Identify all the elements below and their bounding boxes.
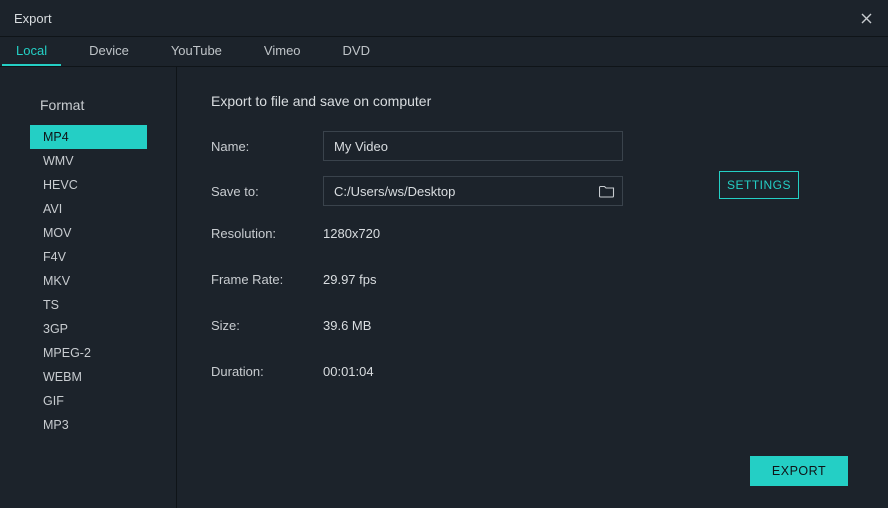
frame-rate-label: Frame Rate: xyxy=(211,272,323,287)
format-item-f4v[interactable]: F4V xyxy=(30,245,147,269)
resolution-value: 1280x720 xyxy=(323,226,380,241)
tab-bar: Local Device YouTube Vimeo DVD xyxy=(0,37,888,67)
folder-icon[interactable] xyxy=(598,182,616,200)
format-item-mov[interactable]: MOV xyxy=(30,221,147,245)
save-to-field[interactable]: C:/Users/ws/Desktop xyxy=(323,176,623,206)
save-to-label: Save to: xyxy=(211,184,323,199)
format-item-mp3[interactable]: MP3 xyxy=(30,413,147,437)
window-title: Export xyxy=(14,11,52,26)
tab-local[interactable]: Local xyxy=(2,37,61,66)
sidebar: Format MP4 WMV HEVC AVI MOV F4V MKV TS 3… xyxy=(0,67,177,508)
tab-dvd[interactable]: DVD xyxy=(329,37,384,66)
close-icon[interactable] xyxy=(856,8,876,28)
format-item-ts[interactable]: TS xyxy=(30,293,147,317)
format-item-mp4[interactable]: MP4 xyxy=(30,125,147,149)
sidebar-header: Format xyxy=(0,91,176,125)
format-item-3gp[interactable]: 3GP xyxy=(30,317,147,341)
tab-device[interactable]: Device xyxy=(75,37,143,66)
save-to-value: C:/Users/ws/Desktop xyxy=(334,184,598,199)
tab-youtube[interactable]: YouTube xyxy=(157,37,236,66)
format-item-hevc[interactable]: HEVC xyxy=(30,173,147,197)
format-item-webm[interactable]: WEBM xyxy=(30,365,147,389)
name-label: Name: xyxy=(211,139,323,154)
export-button[interactable]: EXPORT xyxy=(750,456,848,486)
size-label: Size: xyxy=(211,318,323,333)
resolution-label: Resolution: xyxy=(211,226,323,241)
format-item-mpeg2[interactable]: MPEG-2 xyxy=(30,341,147,365)
main-panel: Export to file and save on computer Name… xyxy=(177,67,888,508)
format-item-avi[interactable]: AVI xyxy=(30,197,147,221)
format-item-mkv[interactable]: MKV xyxy=(30,269,147,293)
format-list: MP4 WMV HEVC AVI MOV F4V MKV TS 3GP MPEG… xyxy=(0,125,176,437)
settings-button[interactable]: SETTINGS xyxy=(719,171,799,199)
titlebar: Export xyxy=(0,0,888,37)
format-item-gif[interactable]: GIF xyxy=(30,389,147,413)
duration-label: Duration: xyxy=(211,364,323,379)
tab-vimeo[interactable]: Vimeo xyxy=(250,37,315,66)
size-value: 39.6 MB xyxy=(323,318,371,333)
format-item-wmv[interactable]: WMV xyxy=(30,149,147,173)
frame-rate-value: 29.97 fps xyxy=(323,272,377,287)
name-input[interactable] xyxy=(323,131,623,161)
duration-value: 00:01:04 xyxy=(323,364,374,379)
page-title: Export to file and save on computer xyxy=(211,93,854,109)
